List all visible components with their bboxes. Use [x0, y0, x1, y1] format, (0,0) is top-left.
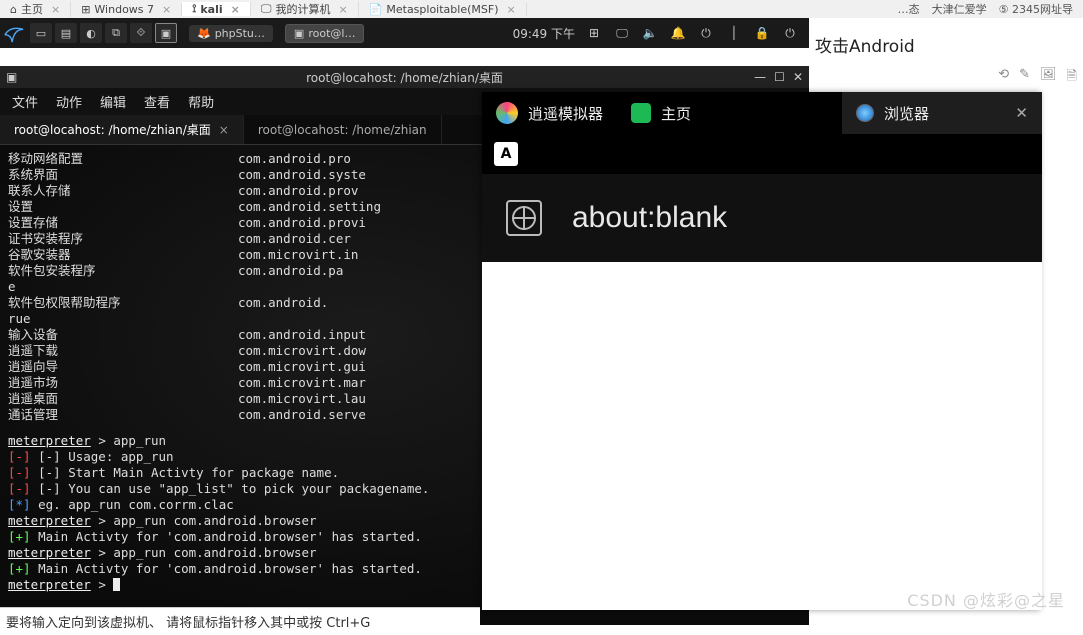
url-text: about:blank	[572, 201, 727, 235]
close-icon[interactable]: ×	[219, 123, 229, 137]
kali-top-panel: ▭ ▤ ◐ ⧉ ⟐ ▣ 🦊 phpStu… ▣ root@l… 09:49 下午…	[0, 18, 809, 48]
window-menu-icon[interactable]: ▣	[6, 70, 17, 84]
workspace-icon[interactable]: ⊞	[585, 26, 603, 40]
panel-tray: 09:49 下午 ⊞ 🖵 🔈 🔔 ⏻ │ 🔒 ⏻	[513, 25, 809, 42]
panel-quicklaunch: ▭ ▤ ◐ ⧉ ⟐ ▣	[30, 23, 177, 43]
host-tab[interactable]: 📄Metasploitable(MSF) ×	[359, 3, 527, 16]
emulator-title[interactable]: 逍遥模拟器	[482, 92, 617, 134]
menu-view[interactable]: 查看	[144, 92, 170, 111]
kali-logo-icon[interactable]	[0, 19, 28, 47]
document-icon[interactable]: 🗎	[1067, 67, 1077, 89]
taskbar-item-terminal[interactable]: ▣ root@l…	[285, 24, 365, 43]
task-label: phpStu…	[215, 27, 265, 40]
host-tab[interactable]: ⌂ 主页 ×	[0, 1, 71, 17]
globe-icon	[856, 104, 874, 122]
close-icon[interactable]: ×	[231, 3, 240, 16]
network-icon[interactable]: ⏻	[697, 26, 715, 41]
tab-label: kali	[200, 3, 222, 16]
home-icon: ⌂	[10, 3, 17, 16]
close-icon[interactable]: ✕	[1015, 104, 1028, 122]
globe-icon	[506, 200, 542, 236]
task-label: root@l…	[308, 27, 355, 40]
android-emulator: 逍遥模拟器 主页 浏览器 ✕ A about:blank	[482, 92, 1042, 610]
taskbar-item-phpstudy[interactable]: 🦊 phpStu…	[189, 25, 273, 42]
minimize-icon[interactable]: —	[754, 70, 766, 84]
emulator-browser-tab[interactable]: 浏览器 ✕	[842, 92, 1042, 134]
home-icon	[631, 103, 651, 123]
menu-edit[interactable]: 编辑	[100, 92, 126, 111]
image-icon[interactable]: 🖼	[1040, 67, 1057, 89]
maximize-icon[interactable]: ☐	[774, 70, 785, 84]
vm-input-hint: 要将输入定向到该虚拟机、 请将鼠标指针移入其中或按 Ctrl+G	[0, 607, 480, 635]
browser-url-bar[interactable]: about:blank	[482, 174, 1042, 262]
host-bookmark-bar: …态 大津仁爱学 ⑤ 2345网址导	[898, 1, 1083, 17]
power-icon[interactable]: ⏻	[781, 26, 799, 41]
tab-label: Metasploitable(MSF)	[386, 3, 498, 16]
tab-label: 主页	[661, 103, 691, 124]
emulator-home-tab[interactable]: 主页	[617, 92, 705, 134]
menu-actions[interactable]: 动作	[56, 92, 82, 111]
close-icon[interactable]: ×	[51, 3, 60, 16]
background-browser: 攻击Android ⟲ ✎ 🖼 🗎	[809, 18, 1083, 92]
show-desktop-icon[interactable]: ▭	[30, 23, 52, 43]
close-icon[interactable]: ×	[507, 3, 516, 16]
files-icon[interactable]: ▤	[55, 23, 77, 43]
emulator-tab-bar: 逍遥模拟器 主页 浏览器 ✕	[482, 92, 1042, 134]
browser-icon[interactable]: ◐	[80, 23, 102, 43]
panel-clock[interactable]: 09:49 下午	[513, 25, 575, 42]
bookmark-item[interactable]: …态	[898, 1, 920, 17]
tab-label: 我的计算机	[275, 1, 330, 17]
page-title: 攻击Android	[809, 18, 1083, 63]
host-tab-bar: ⌂ 主页 × ⊞ Windows 7 × ⟟ kali × 🖵我的计算机 × 📄Metaspl…	[0, 0, 1083, 18]
terminal-tab[interactable]: root@locahost: /home/zhian/桌面 ×	[0, 115, 244, 144]
term-icon[interactable]: ▣	[155, 23, 177, 43]
code-icon[interactable]: ⟐	[130, 23, 152, 43]
bookmark-item[interactable]: 大津仁爱学	[932, 1, 987, 17]
kali-icon: ⟟	[192, 2, 196, 16]
host-tab[interactable]: ⊞ Windows 7 ×	[71, 3, 182, 16]
page-toolbar: ⟲ ✎ 🖼 🗎	[809, 63, 1083, 93]
tab-label: 主页	[21, 1, 43, 17]
separator: │	[725, 26, 743, 40]
terminal-tab[interactable]: root@locahost: /home/zhian	[244, 115, 442, 144]
display-icon[interactable]: 🖵	[613, 26, 631, 41]
tab-label: Windows 7	[94, 3, 154, 16]
android-status-bar: A	[482, 134, 1042, 174]
firefox-icon: 🦊	[197, 27, 211, 40]
host-tab[interactable]: 🖵我的计算机 ×	[251, 1, 359, 17]
tab-label: root@locahost: /home/zhian/桌面	[14, 121, 211, 138]
refresh-icon[interactable]: ⟲	[998, 67, 1009, 89]
notifications-icon[interactable]: 🔔	[669, 26, 687, 40]
browser-viewport[interactable]	[482, 262, 1042, 610]
bookmark-item[interactable]: ⑤ 2345网址导	[999, 1, 1073, 17]
host-tab-kali[interactable]: ⟟ kali ×	[182, 2, 251, 16]
emulator-name: 逍遥模拟器	[528, 103, 603, 124]
close-icon[interactable]: ×	[338, 3, 347, 16]
emulator-logo-icon	[496, 102, 518, 124]
windows-icon: ⊞	[81, 3, 90, 16]
document-icon: 📄	[369, 3, 383, 16]
status-badge: A	[494, 142, 518, 166]
terminal-titlebar[interactable]: ▣ root@locahost: /home/zhian/桌面 — ☐ ✕	[0, 66, 809, 88]
close-icon[interactable]: ×	[162, 3, 171, 16]
volume-icon[interactable]: 🔈	[641, 26, 659, 40]
tab-label: root@locahost: /home/zhian	[258, 123, 427, 137]
close-icon[interactable]: ✕	[793, 70, 803, 84]
edit-icon[interactable]: ✎	[1019, 67, 1030, 89]
menu-help[interactable]: 帮助	[188, 92, 214, 111]
window-title: root@locahost: /home/zhian/桌面	[306, 69, 503, 86]
terminal-icon[interactable]: ⧉	[105, 23, 127, 43]
lock-icon[interactable]: 🔒	[753, 26, 771, 40]
menu-file[interactable]: 文件	[12, 92, 38, 111]
terminal-icon: ▣	[294, 27, 304, 40]
computer-icon: 🖵	[261, 2, 272, 16]
tab-label: 浏览器	[884, 103, 929, 124]
